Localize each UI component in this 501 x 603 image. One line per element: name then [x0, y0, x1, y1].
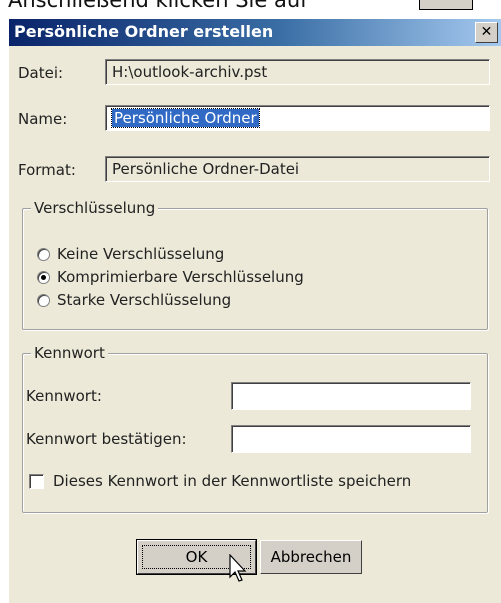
encryption-legend: Verschlüsselung — [31, 199, 159, 217]
instruction-caption: Anschließend klicken Sie auf — [8, 0, 308, 12]
file-label: Datei: — [18, 64, 64, 82]
name-input-selected-text: Persönliche Ordner — [111, 108, 260, 128]
password-input[interactable] — [231, 382, 471, 410]
file-path-field: H:\outlook-archiv.pst — [105, 59, 490, 85]
save-password-checkbox[interactable] — [29, 474, 44, 489]
save-password-label: Dieses Kennwort in der Kennwortliste spe… — [53, 472, 412, 490]
format-label: Format: — [18, 161, 76, 179]
caption-button-fragment — [419, 0, 473, 10]
radio-label: Keine Verschlüsselung — [57, 245, 225, 263]
create-personal-folders-dialog: Persönliche Ordner erstellen ✕ Datei: H:… — [8, 19, 501, 603]
password-label: Kennwort: — [26, 387, 102, 405]
cancel-button-label: Abbrechen — [270, 548, 352, 566]
radio-button-checked[interactable] — [37, 271, 50, 284]
format-field: Persönliche Ordner-Datei — [105, 156, 490, 182]
dialog-title: Persönliche Ordner erstellen — [14, 22, 274, 41]
radio-button[interactable] — [37, 248, 50, 261]
close-button[interactable]: ✕ — [475, 22, 498, 43]
password-group: Kennwort Kennwort: Kennwort bestätigen: … — [22, 344, 488, 513]
name-label: Name: — [18, 110, 68, 128]
confirm-password-input[interactable] — [231, 425, 471, 453]
arrow-pointer-icon — [229, 554, 247, 582]
dialog-titlebar: Persönliche Ordner erstellen ✕ — [9, 19, 501, 46]
radio-label: Komprimierbare Verschlüsselung — [57, 268, 304, 286]
close-icon: ✕ — [480, 24, 493, 40]
encryption-group: Verschlüsselung Keine Verschlüsselung Ko… — [22, 199, 488, 330]
password-legend: Kennwort — [31, 344, 108, 362]
name-input[interactable]: Persönliche Ordner — [105, 105, 490, 131]
confirm-password-label: Kennwort bestätigen: — [26, 430, 187, 448]
radio-button[interactable] — [37, 294, 50, 307]
cancel-button[interactable]: Abbrechen — [260, 540, 362, 574]
radio-label: Starke Verschlüsselung — [57, 291, 232, 309]
